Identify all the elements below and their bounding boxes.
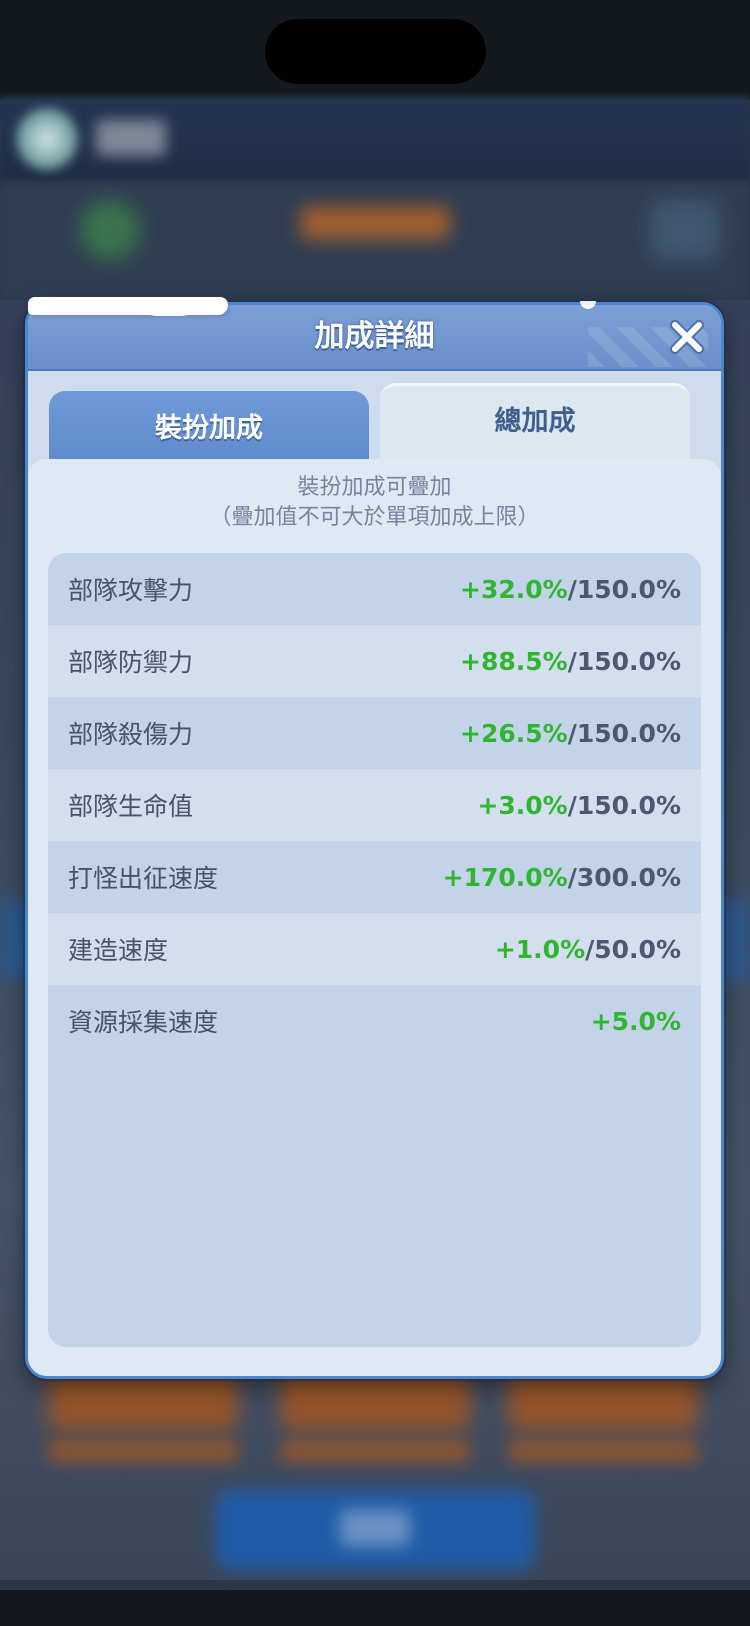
stat-value: +5.0% — [591, 1007, 681, 1036]
snow-drip-decoration — [140, 300, 198, 316]
background-card — [508, 1370, 698, 1430]
stat-name: 部隊防禦力 — [68, 648, 194, 677]
background-card-bar — [48, 1440, 238, 1462]
camera-notch — [265, 19, 486, 84]
background-button-text — [340, 1510, 410, 1546]
background-footer — [0, 1590, 750, 1626]
close-x-icon — [670, 320, 704, 354]
stacking-note: 裝扮加成可疊加 （疊加值不可大於單項加成上限） — [28, 473, 721, 533]
stat-value: +3.0%/150.0% — [477, 791, 681, 820]
close-button[interactable] — [663, 313, 711, 361]
bonus-stat-list: 部隊攻擊力 +32.0%/150.0% 部隊防禦力 +88.5%/150.0% … — [48, 553, 701, 1347]
tab-outfit-bonus[interactable]: 裝扮加成 — [49, 391, 369, 461]
stat-bonus: +170.0% — [442, 862, 568, 892]
stat-bonus: +32.0% — [460, 574, 568, 604]
stat-row: 部隊生命值 +3.0%/150.0% — [48, 769, 701, 841]
stat-bonus: +26.5% — [460, 718, 568, 748]
stat-name: 建造速度 — [68, 936, 169, 965]
stat-name: 部隊殺傷力 — [68, 720, 194, 749]
stacking-note-line-2: （疊加值不可大於單項加成上限） — [209, 505, 540, 530]
stat-limit: /150.0% — [567, 574, 681, 604]
stat-limit: /150.0% — [567, 790, 681, 820]
stat-name: 資源採集速度 — [68, 1008, 219, 1037]
stat-row: 部隊防禦力 +88.5%/150.0% — [48, 625, 701, 697]
stat-bonus: +5.0% — [590, 1006, 681, 1036]
background-avatar-icon — [14, 106, 80, 172]
stat-limit: /50.0% — [585, 934, 681, 964]
stat-bonus: +1.0% — [494, 934, 586, 964]
stat-bonus: +3.0% — [477, 790, 568, 820]
background-card — [48, 1370, 238, 1430]
tab-content-panel: 裝扮加成可疊加 （疊加值不可大於單項加成上限） 部隊攻擊力 +32.0%/150… — [28, 459, 721, 1376]
bonus-details-dialog: 加成詳細 裝扮加成 總加成 裝扮加成可疊加 （疊加值不可大於單項加成上限） 部隊… — [25, 302, 724, 1379]
background-orange-label — [300, 206, 450, 240]
stat-row: 部隊攻擊力 +32.0%/150.0% — [48, 553, 701, 625]
snow-decoration — [28, 297, 228, 315]
stat-bonus: +88.5% — [460, 646, 568, 676]
tab-total-bonus-label: 總加成 — [494, 406, 576, 437]
stat-value: +26.5%/150.0% — [460, 719, 681, 748]
stat-value: +88.5%/150.0% — [460, 647, 681, 676]
stat-row: 資源採集速度 +5.0% — [48, 985, 701, 1057]
tab-total-bonus[interactable]: 總加成 — [380, 383, 690, 464]
background-green-icon — [80, 200, 140, 260]
stat-name: 打怪出征速度 — [68, 864, 219, 893]
stat-row: 部隊殺傷力 +26.5%/150.0% — [48, 697, 701, 769]
stat-name: 部隊生命值 — [68, 792, 194, 821]
stat-row: 建造速度 +1.0%/50.0% — [48, 913, 701, 985]
background-card-bar — [508, 1440, 698, 1462]
background-header-text — [96, 120, 166, 156]
stat-value: +1.0%/50.0% — [495, 935, 681, 964]
stat-row: 打怪出征速度 +170.0%/300.0% — [48, 841, 701, 913]
stacking-note-line-1: 裝扮加成可疊加 — [297, 475, 452, 500]
tab-outfit-bonus-label: 裝扮加成 — [155, 413, 263, 444]
background-right-icon — [650, 200, 720, 260]
stat-value: +32.0%/150.0% — [460, 575, 681, 604]
background-card-bar — [280, 1440, 470, 1462]
stat-limit: /150.0% — [567, 718, 681, 748]
stat-limit: /150.0% — [567, 646, 681, 676]
stat-name: 部隊攻擊力 — [68, 576, 194, 605]
stat-limit: /300.0% — [567, 862, 681, 892]
background-card — [280, 1370, 470, 1430]
stat-value: +170.0%/300.0% — [443, 863, 681, 892]
